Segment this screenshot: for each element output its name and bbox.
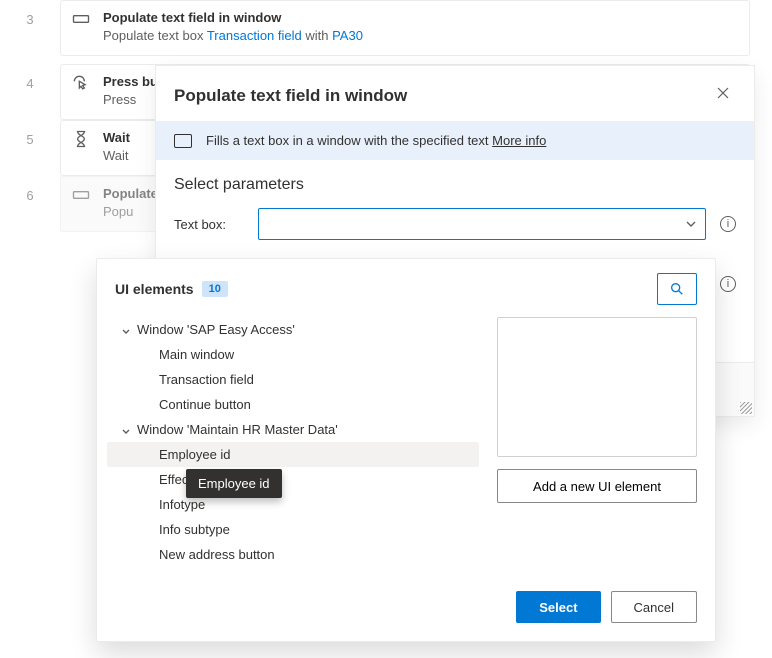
textbox-icon <box>71 185 91 205</box>
more-info-link[interactable]: More info <box>492 133 546 148</box>
section-title: Select parameters <box>174 176 736 194</box>
cursor-click-icon <box>71 73 91 93</box>
info-icon[interactable]: i <box>720 276 736 292</box>
tree-item-employee-id[interactable]: Employee id <box>107 442 479 467</box>
step-number: 5 <box>0 120 60 147</box>
step-number: 6 <box>0 176 60 203</box>
tree-item[interactable]: Main window <box>107 342 479 367</box>
step-number: 3 <box>0 0 60 27</box>
step-number: 4 <box>0 64 60 91</box>
tree-item[interactable]: Info subtype <box>107 517 479 542</box>
tree-item[interactable]: New address button <box>107 542 479 567</box>
flow-step-card[interactable]: Populate text field in window Populate t… <box>60 0 750 56</box>
tree-group[interactable]: Window 'Maintain HR Master Data' <box>107 417 479 442</box>
count-badge: 10 <box>202 281 228 297</box>
tree-group-label: Window 'Maintain HR Master Data' <box>137 422 338 437</box>
step-title: Wait <box>103 129 130 147</box>
info-text: Fills a text box in a window with the sp… <box>206 133 492 148</box>
add-ui-element-button[interactable]: Add a new UI element <box>497 469 697 503</box>
textbox-dropdown[interactable] <box>258 208 706 240</box>
ui-elements-tree: Window 'SAP Easy Access' Main window Tra… <box>107 317 479 567</box>
tree-item[interactable]: Infotype <box>107 492 479 517</box>
select-button[interactable]: Select <box>516 591 600 623</box>
close-button[interactable] <box>710 82 736 109</box>
preview-box <box>497 317 697 457</box>
tree-item[interactable]: Continue button <box>107 392 479 417</box>
tree-item[interactable]: Transaction field <box>107 367 479 392</box>
step-title: Populate text field in window <box>103 9 363 27</box>
search-button[interactable] <box>657 273 697 305</box>
textbox-icon <box>71 9 91 29</box>
resize-grip[interactable] <box>740 402 752 414</box>
param-label-textbox: Text box: <box>174 217 244 232</box>
cancel-button[interactable]: Cancel <box>611 591 697 623</box>
textbox-icon <box>174 134 192 148</box>
hourglass-icon <box>71 129 91 149</box>
chevron-down-icon <box>121 325 131 335</box>
picker-title: UI elements <box>115 281 194 297</box>
search-icon <box>669 281 685 297</box>
tree-group[interactable]: Window 'SAP Easy Access' <box>107 317 479 342</box>
chevron-down-icon <box>121 425 131 435</box>
step-subtitle: Populate text box Transaction field with… <box>103 27 363 45</box>
step-subtitle: Wait <box>103 147 130 165</box>
info-banner: Fills a text box in a window with the sp… <box>156 121 754 160</box>
dialog-title: Populate text field in window <box>174 86 407 106</box>
tree-group-label: Window 'SAP Easy Access' <box>137 322 295 337</box>
info-icon[interactable]: i <box>720 216 736 232</box>
chevron-down-icon <box>685 218 697 230</box>
ui-elements-picker: UI elements 10 Window 'SAP Easy Access' … <box>96 258 716 642</box>
tree-item[interactable]: Effective <box>107 467 479 492</box>
